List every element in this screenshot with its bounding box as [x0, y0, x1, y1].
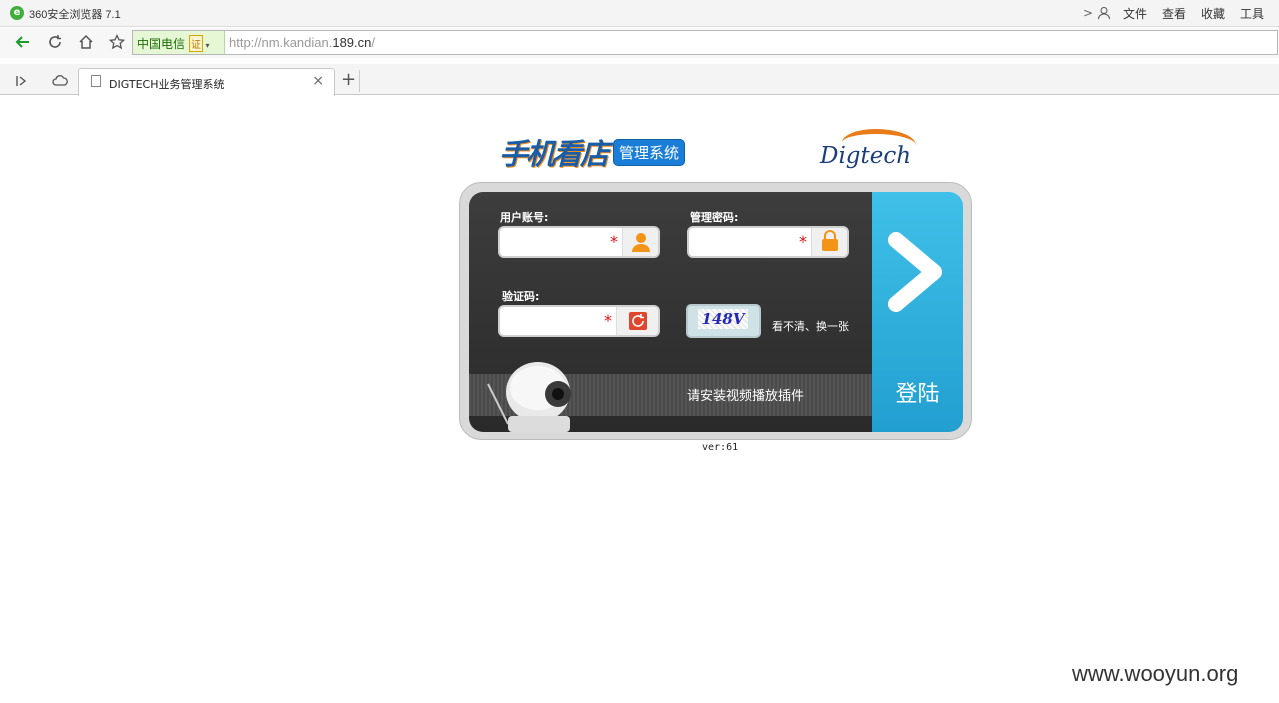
tab-active[interactable]: DIGTECH业务管理系统 × [78, 68, 335, 96]
company-name: Digtech [820, 143, 912, 169]
menu-favorites[interactable]: 收藏 [1201, 5, 1225, 22]
login-button[interactable]: 登陆 [872, 192, 963, 432]
username-field[interactable]: * [498, 226, 660, 258]
version-text: ver:61 [702, 442, 739, 453]
browser-menu: > 文件 查看 收藏 工具 [1083, 0, 1279, 26]
menu-view[interactable]: 查看 [1162, 5, 1186, 22]
url-domain: 189.cn [332, 35, 372, 50]
brand-sub: 管理系统 [613, 138, 686, 166]
captcha-label: 验证码: [502, 290, 540, 303]
cloud-icon[interactable] [48, 69, 72, 93]
username-label: 用户账号: [500, 211, 549, 224]
url-suffix: / [371, 35, 376, 50]
certificate-badge: 证 [189, 35, 204, 52]
brand-main: 手机看店 [499, 137, 609, 171]
menu-tools[interactable]: 工具 [1240, 5, 1264, 22]
captcha-image[interactable]: 148V [686, 304, 761, 338]
password-input[interactable] [697, 232, 787, 254]
tab-title: DIGTECH业务管理系统 [109, 78, 225, 91]
isp-indicator[interactable]: 中国电信证 ▾ [133, 31, 225, 54]
page-content: 手机看店 管理系统 Digtech 用户账号: * 管理密码: * 验证码: *… [0, 95, 1279, 703]
captcha-input[interactable] [508, 311, 598, 333]
login-label: 登陆 [895, 382, 940, 407]
password-label: 管理密码: [690, 211, 739, 224]
document-icon [91, 75, 101, 87]
star-icon[interactable] [105, 30, 129, 54]
required-mark: * [799, 232, 807, 251]
chevron-right-icon [888, 232, 942, 312]
menu-file[interactable]: 文件 [1123, 5, 1147, 22]
user-icon [622, 228, 658, 256]
back-arrow-icon[interactable] [11, 30, 35, 54]
brand-logo: 手机看店 管理系统 [499, 135, 686, 171]
captcha-refresh-icon[interactable] [616, 307, 658, 335]
refresh-icon[interactable] [43, 30, 67, 54]
camera-icon [486, 358, 581, 432]
watermark: www.wooyun.org [1072, 661, 1239, 686]
captcha-code: 148V [698, 309, 748, 329]
required-mark: * [604, 311, 612, 330]
url-prefix: http://nm.kandian. [229, 35, 333, 50]
dropdown-arrow-icon[interactable]: ▾ [203, 41, 210, 50]
tab-bar: DIGTECH业务管理系统 × + [0, 64, 1279, 96]
url-text[interactable]: http://nm.kandian.189.cn/ [229, 35, 375, 50]
captcha-refresh-link[interactable]: 看不清、换一张 [772, 318, 849, 334]
lock-icon [811, 228, 847, 256]
home-icon[interactable] [74, 30, 98, 54]
required-mark: * [610, 232, 618, 251]
chevron-right-icon[interactable]: > [1083, 6, 1093, 20]
browser-title: 360安全浏览器 7.1 [29, 9, 121, 21]
username-input[interactable] [508, 232, 598, 254]
company-logo: Digtech [820, 129, 916, 169]
navigation-bar: 中国电信证 ▾ http://nm.kandian.189.cn/ [0, 28, 1279, 58]
close-icon[interactable]: × [312, 73, 324, 89]
plus-icon[interactable]: + [338, 70, 360, 92]
browser-titlebar: e 360安全浏览器 7.1 > 文件 查看 收藏 工具 [0, 0, 1279, 27]
plugin-notice[interactable]: 请安装视频播放插件 [687, 385, 804, 404]
captcha-field[interactable]: * [498, 305, 660, 337]
browser-logo-icon: e [10, 6, 24, 20]
isp-label: 中国电信 [137, 37, 186, 51]
password-field[interactable]: * [687, 226, 849, 258]
sidebar-toggle-icon[interactable] [10, 69, 34, 93]
address-bar[interactable]: 中国电信证 ▾ http://nm.kandian.189.cn/ [132, 30, 1278, 55]
user-account-icon[interactable] [1097, 6, 1111, 20]
